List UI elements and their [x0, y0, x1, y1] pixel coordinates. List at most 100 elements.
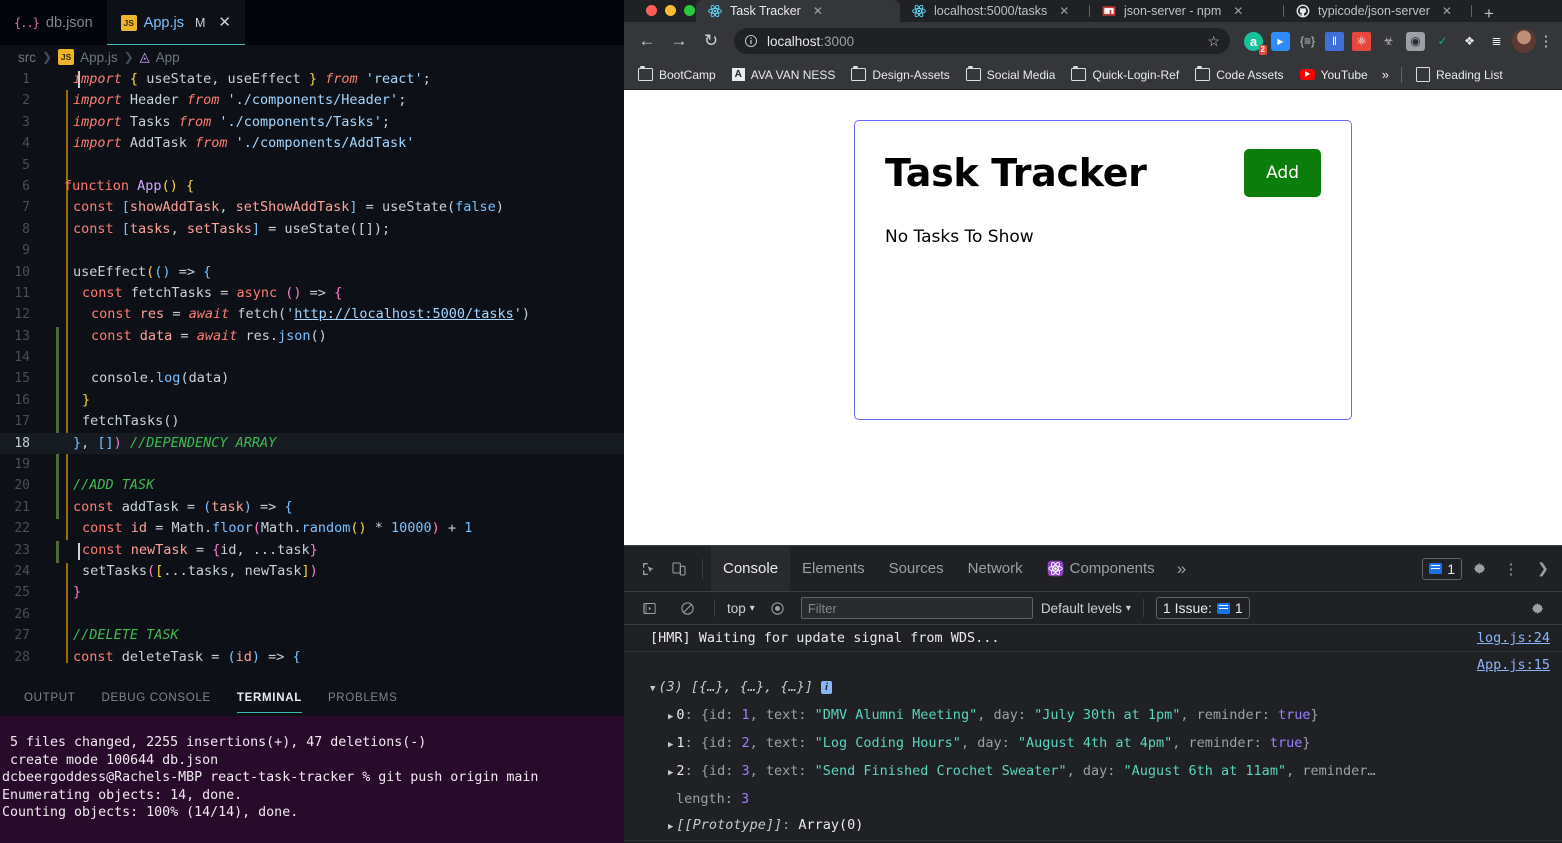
code-line[interactable]: 16}: [0, 390, 624, 411]
more-options-icon[interactable]: ⋮: [1496, 554, 1526, 584]
code-line[interactable]: 22 const id = Math.floor(Math.random() * …: [0, 518, 624, 539]
bookmark-ava-van-ness[interactable]: A AVA VAN NESS: [726, 65, 842, 85]
playlist-icon[interactable]: ≣: [1487, 32, 1506, 51]
breadcrumb-item-src[interactable]: src: [18, 50, 36, 65]
expand-triangle-icon[interactable]: ▶: [668, 761, 673, 785]
bookmark-code-assets[interactable]: Code Assets: [1189, 65, 1289, 85]
close-window-button[interactable]: [646, 5, 657, 16]
expand-triangle-icon[interactable]: ▼: [650, 677, 655, 701]
code-line[interactable]: 26: [0, 604, 624, 625]
browser-tab-json-server-npm[interactable]: json-server - npm ✕: [1090, 0, 1284, 22]
browser-tab-typicode-json-server[interactable]: typicode/json-server ✕: [1284, 0, 1472, 22]
expand-triangle-icon[interactable]: ▶: [668, 815, 673, 839]
colorzilla-icon[interactable]: ‖: [1325, 31, 1344, 51]
panel-tab-terminal[interactable]: TERMINAL: [236, 680, 302, 716]
bookmarks-overflow-icon[interactable]: »: [1378, 67, 1393, 82]
code-line[interactable]: 27 //DELETE TASK: [0, 625, 624, 646]
code-line[interactable]: 6 function App() {: [0, 176, 624, 197]
code-editor[interactable]: 1 import { useState, useEffect } from 're…: [0, 69, 624, 663]
devtools-tab-console[interactable]: Console: [711, 546, 791, 591]
code-line[interactable]: 5: [0, 155, 624, 176]
info-badge-icon[interactable]: i: [821, 681, 832, 694]
code-line[interactable]: 12 const res = await fetch('http://localh…: [0, 304, 624, 325]
grammar-check-icon[interactable]: ✓: [1433, 32, 1452, 51]
console-object-row[interactable]: ▶ 1: {id: 2, text: "Log Coding Hours", da…: [624, 730, 1562, 758]
code-line[interactable]: 28 const deleteTask = (id) => {: [0, 647, 624, 663]
code-line[interactable]: 25}: [0, 582, 624, 603]
bookmark-star-icon[interactable]: ☆: [1207, 33, 1220, 50]
code-line[interactable]: 18}, []) //DEPENDENCY ARRAY: [0, 432, 624, 455]
reading-list-button[interactable]: Reading List: [1410, 64, 1509, 85]
panel-tab-problems[interactable]: PROBLEMS: [328, 680, 398, 716]
filter-input[interactable]: Filter: [800, 597, 1033, 619]
code-line[interactable]: 17 fetchTasks(): [0, 411, 624, 432]
console-array-header[interactable]: ▼ (3) [{…}, {…}, {…}] i: [624, 674, 1562, 702]
site-info-icon[interactable]: [744, 34, 758, 48]
console-settings-icon[interactable]: [1522, 593, 1552, 623]
grammarly-icon[interactable]: a2: [1244, 31, 1267, 55]
code-line[interactable]: 13 const data = await res.json(): [0, 326, 624, 347]
terminal-output[interactable]: 5 files changed, 2255 insertions(+), 47 …: [0, 716, 624, 843]
code-line[interactable]: 9: [0, 240, 624, 261]
code-line[interactable]: 2 import Header from './components/Header…: [0, 90, 624, 111]
code-line[interactable]: 8 const [tasks, setTasks] = useState([]);: [0, 219, 624, 240]
code-line[interactable]: 11 const fetchTasks = async () => {: [0, 283, 624, 304]
code-line[interactable]: 14: [0, 347, 624, 368]
devtools-tab-elements[interactable]: Elements: [790, 546, 877, 591]
close-tab-icon[interactable]: ✕: [1233, 4, 1243, 18]
react-devtools-icon[interactable]: ⚛: [1352, 31, 1371, 51]
bookmark-bootcamp[interactable]: BootCamp: [632, 65, 722, 85]
add-task-button[interactable]: Add: [1244, 149, 1321, 197]
zoom-icon[interactable]: ▶: [1271, 31, 1290, 51]
code-line[interactable]: 20 //ADD TASK: [0, 475, 624, 496]
issues-button[interactable]: 1 Issue: 1: [1155, 597, 1250, 619]
panel-tab-output[interactable]: OUTPUT: [24, 680, 75, 716]
console-source-link[interactable]: log.js:24: [1477, 626, 1550, 650]
clear-console-icon[interactable]: [672, 593, 702, 623]
panel-tab-debug-console[interactable]: DEBUG CONSOLE: [101, 680, 210, 716]
console-object-row[interactable]: ▶ 0: {id: 1, text: "DMV Alumni Meeting", …: [624, 702, 1562, 730]
breadcrumb-item-file[interactable]: App.js: [80, 50, 118, 65]
message-count-badge[interactable]: 1: [1422, 557, 1462, 580]
more-tabs-icon[interactable]: »: [1167, 559, 1196, 579]
live-expression-icon[interactable]: [763, 593, 793, 623]
address-bar[interactable]: localhost:3000 ☆: [734, 28, 1230, 54]
close-tab-icon[interactable]: ✕: [1059, 4, 1069, 18]
code-line[interactable]: 4 import AddTask from './components/AddTa…: [0, 133, 624, 154]
close-tab-icon[interactable]: ✕: [813, 4, 823, 18]
browser-tab-task-tracker[interactable]: Task Tracker ✕: [696, 0, 900, 22]
bookmark-design-assets[interactable]: Design-Assets: [845, 65, 955, 85]
chrome-menu-icon[interactable]: ⋮: [1538, 26, 1554, 56]
close-tab-icon[interactable]: ✕: [1442, 4, 1452, 18]
console-sidebar-icon[interactable]: [634, 593, 664, 623]
back-button[interactable]: ←: [632, 26, 662, 56]
json-formatter-icon[interactable]: {≡}: [1298, 32, 1317, 51]
inspect-element-icon[interactable]: [634, 554, 664, 584]
log-levels-dropdown[interactable]: Default levels ▾: [1041, 601, 1131, 616]
minimize-window-button[interactable]: [665, 5, 676, 16]
puzzle-extensions-icon[interactable]: ❖: [1460, 32, 1479, 51]
forward-button[interactable]: →: [664, 26, 694, 56]
gear-icon[interactable]: [1464, 554, 1494, 584]
device-toolbar-icon[interactable]: [664, 554, 694, 584]
code-line[interactable]: 3 import Tasks from './components/Tasks';: [0, 112, 624, 133]
editor-tab-db-json[interactable]: {..} db.json: [0, 0, 107, 45]
code-line[interactable]: 19: [0, 454, 624, 475]
close-tab-icon[interactable]: ✕: [218, 15, 231, 30]
expand-triangle-icon[interactable]: ▶: [668, 705, 673, 729]
bookmark-youtube[interactable]: YouTube: [1294, 65, 1374, 85]
console-prototype-row[interactable]: ▶ [[Prototype]]: Array(0): [624, 812, 1562, 841]
reload-button[interactable]: ↻: [696, 26, 726, 56]
devtools-tab-sources[interactable]: Sources: [877, 546, 956, 591]
console-output[interactable]: [HMR] Waiting for update signal from WDS…: [624, 625, 1562, 843]
browser-tab-localhost-5000-tasks[interactable]: localhost:5000/tasks ✕: [900, 0, 1090, 22]
maximize-window-button[interactable]: [684, 5, 695, 16]
avatar[interactable]: [1512, 29, 1536, 53]
breadcrumb-item-symbol[interactable]: App: [156, 50, 180, 65]
devtools-tab-components[interactable]: Components: [1035, 546, 1167, 591]
bug-icon[interactable]: ☣: [1379, 32, 1398, 51]
screenshot-icon[interactable]: ◉: [1406, 31, 1425, 51]
execution-context-dropdown[interactable]: top ▾: [727, 601, 755, 616]
code-line[interactable]: 10 useEffect(() => {: [0, 262, 624, 283]
editor-tab-app-js[interactable]: JS App.js M ✕: [106, 0, 246, 45]
